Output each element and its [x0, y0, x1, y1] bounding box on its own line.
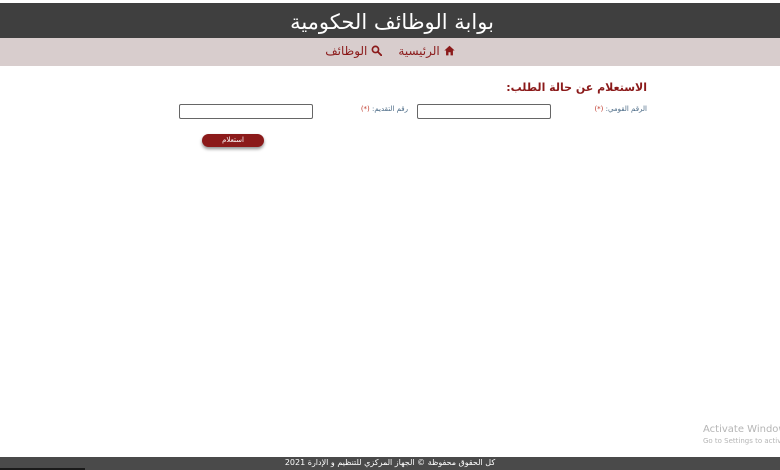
national-id-input[interactable]	[417, 104, 551, 119]
application-number-label: رقم التقديم: (*)	[361, 105, 408, 113]
site-footer: كل الحقوق محفوظة © الجهاز المركزي للتنظي…	[0, 457, 780, 470]
page: بوابة الوظائف الحكومية الرئيسية الوظائف …	[0, 0, 780, 470]
national-id-label-text: الرقم القومي:	[605, 105, 647, 113]
search-icon	[371, 45, 383, 57]
site-header: بوابة الوظائف الحكومية	[0, 0, 780, 38]
watermark-subtitle: Go to Settings to activate	[703, 437, 780, 445]
watermark-title: Activate Windows	[703, 424, 780, 435]
nav-home-label: الرئيسية	[398, 44, 440, 58]
application-number-label-text: رقم التقديم:	[372, 105, 408, 113]
main-nav: الرئيسية الوظائف	[0, 38, 780, 66]
national-id-label: الرقم القومي: (*)	[594, 105, 647, 113]
required-marker: (*)	[594, 105, 604, 113]
form-title: الاستعلام عن حالة الطلب:	[506, 81, 647, 94]
site-title: بوابة الوظائف الحكومية	[290, 10, 494, 34]
nav-item-jobs[interactable]: الوظائف	[325, 38, 383, 66]
home-icon	[444, 45, 455, 56]
copyright-text: كل الحقوق محفوظة © الجهاز المركزي للتنظي…	[284, 458, 496, 467]
nav-item-home[interactable]: الرئيسية	[398, 38, 455, 66]
required-marker: (*)	[360, 105, 370, 113]
query-button[interactable]: استعلام	[202, 134, 264, 147]
activation-watermark: Activate Windows Go to Settings to activ…	[703, 423, 780, 446]
application-number-input[interactable]	[179, 104, 313, 119]
nav-jobs-label: الوظائف	[325, 44, 368, 58]
